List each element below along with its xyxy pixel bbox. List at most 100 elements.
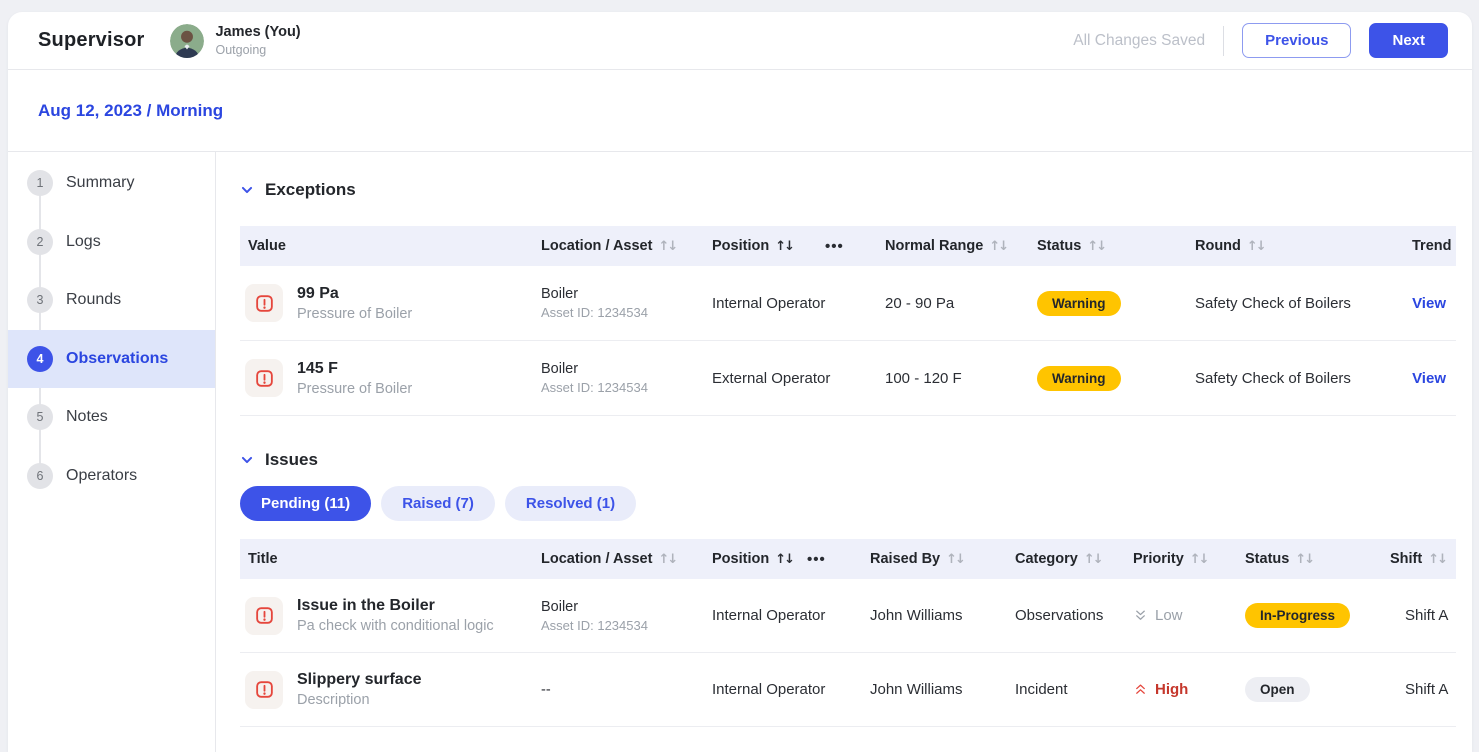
exception-value-sub: Pressure of Boiler [297,381,412,397]
sort-icon[interactable]: ↑↓ [1428,552,1446,567]
filter-raised[interactable]: Raised (7) [381,486,495,521]
sort-icon[interactable]: ↑↓ [1295,552,1313,567]
category: Observations [1007,607,1125,624]
raised-by: John Williams [862,681,1007,698]
column-header-status[interactable]: Status↑↓ [1237,551,1397,567]
raised-by: John Williams [862,607,1007,624]
alert-icon [245,671,283,709]
date-bar: Aug 12, 2023 / Morning [8,70,1472,152]
view-trend-link[interactable]: View [1412,370,1446,387]
category: Incident [1007,681,1125,698]
previous-button[interactable]: Previous [1242,23,1351,58]
save-status: All Changes Saved [1073,32,1205,50]
position: Internal Operator [704,681,862,698]
column-header-round[interactable]: Round↑↓ [1187,238,1404,254]
column-header-location-asset[interactable]: Location / Asset↑↓ [533,238,704,254]
column-menu-icon[interactable]: ••• [825,238,844,255]
position: Internal Operator [704,295,877,312]
column-header-category[interactable]: Category↑↓ [1007,551,1125,567]
exception-row[interactable]: 145 F Pressure of Boiler Boiler Asset ID… [240,341,1456,416]
column-header-value: Value [240,238,533,254]
sidebar-item-operators[interactable]: 6 Operators [8,447,215,506]
column-header-position[interactable]: Position↑↓••• [704,238,877,255]
step-label: Operators [66,467,137,485]
chevron-down-icon [240,453,254,467]
step-label: Rounds [66,291,121,309]
location: Boiler [541,599,704,615]
sort-icon[interactable]: ↑↓ [1190,552,1208,567]
step-label: Observations [66,350,168,368]
step-number: 5 [27,404,53,430]
column-header-normal-range[interactable]: Normal Range↑↓ [877,238,1029,254]
column-header-status[interactable]: Status↑↓ [1029,238,1187,254]
asset-id: Asset ID: 1234534 [541,305,704,320]
round: Safety Check of Boilers [1187,295,1404,312]
sort-icon[interactable]: ↑↓ [1087,239,1105,254]
sidebar-item-logs[interactable]: 2 Logs [8,213,215,272]
exception-row[interactable]: 99 Pa Pressure of Boiler Boiler Asset ID… [240,266,1456,341]
issue-subtitle: Pa check with conditional logic [297,618,494,634]
column-header-raised-by[interactable]: Raised By↑↓ [862,551,1007,567]
location: Boiler [541,286,704,302]
issue-title: Issue in the Boiler [297,597,494,615]
filter-resolved[interactable]: Resolved (1) [505,486,636,521]
exceptions-table-header: Value Location / Asset↑↓ Position↑↓••• N… [240,226,1456,266]
user-role: Outgoing [215,43,300,57]
step-number: 3 [27,287,53,313]
step-label: Notes [66,408,108,426]
sort-icon[interactable]: ↑↓ [1084,552,1102,567]
next-button[interactable]: Next [1369,23,1448,58]
sort-icon-active[interactable]: ↑↓ [775,239,793,254]
current-user[interactable]: James (You) Outgoing [170,24,300,58]
column-menu-icon[interactable]: ••• [807,551,826,568]
status-badge: Warning [1037,366,1121,391]
step-number: 4 [27,346,53,372]
column-header-priority[interactable]: Priority↑↓ [1125,551,1237,567]
sidebar-item-notes[interactable]: 5 Notes [8,388,215,447]
column-header-trend: Trend [1404,238,1456,254]
sort-icon[interactable]: ↑↓ [946,552,964,567]
sort-icon[interactable]: ↑↓ [658,239,676,254]
double-chevron-down-icon [1133,608,1148,623]
step-label: Logs [66,233,101,251]
sort-icon[interactable]: ↑↓ [989,239,1007,254]
double-chevron-up-icon [1133,682,1148,697]
view-trend-link[interactable]: View [1412,295,1446,312]
top-bar: Supervisor James (You) Outgoing All Chan… [8,12,1472,70]
user-avatar [170,24,204,58]
step-label: Summary [66,174,134,192]
page-title: Supervisor [38,29,144,52]
issue-row[interactable]: Slippery surface Description -- Internal… [240,653,1456,727]
sidebar-item-observations[interactable]: 4 Observations [8,330,215,389]
filter-pending[interactable]: Pending (11) [240,486,371,521]
normal-range: 20 - 90 Pa [877,295,1029,312]
priority-low: Low [1133,607,1237,624]
step-number: 1 [27,170,53,196]
column-header-shift[interactable]: Shift↑↓ [1397,551,1456,567]
exception-value-sub: Pressure of Boiler [297,306,412,322]
issue-row[interactable]: Issue in the Boiler Pa check with condit… [240,579,1456,653]
sidebar-item-summary[interactable]: 1 Summary [8,154,215,213]
round: Safety Check of Boilers [1187,370,1404,387]
column-header-position[interactable]: Position↑↓••• [704,551,862,568]
alert-icon [245,359,283,397]
user-name: James (You) [215,24,300,41]
column-header-location-asset[interactable]: Location / Asset↑↓ [533,551,704,567]
shift: Shift A [1397,607,1456,624]
step-number: 2 [27,229,53,255]
sort-icon[interactable]: ↑↓ [1247,239,1265,254]
status-badge: In-Progress [1245,603,1350,628]
issue-title: Slippery surface [297,671,422,689]
asset-id: Asset ID: 1234534 [541,380,704,395]
divider [1223,26,1224,56]
issues-section-toggle[interactable]: Issues [240,450,1456,470]
sort-icon-active[interactable]: ↑↓ [775,552,793,567]
status-badge: Open [1245,677,1310,702]
exceptions-section-toggle[interactable]: Exceptions [240,180,1456,200]
priority-high: High [1133,681,1237,698]
sort-icon[interactable]: ↑↓ [658,552,676,567]
sidebar-item-rounds[interactable]: 3 Rounds [8,271,215,330]
status-badge: Warning [1037,291,1121,316]
step-sidebar: 1 Summary 2 Logs 3 Rounds 4 Observations… [8,152,216,752]
supervisor-page-card: Supervisor James (You) Outgoing All Chan… [8,12,1472,752]
